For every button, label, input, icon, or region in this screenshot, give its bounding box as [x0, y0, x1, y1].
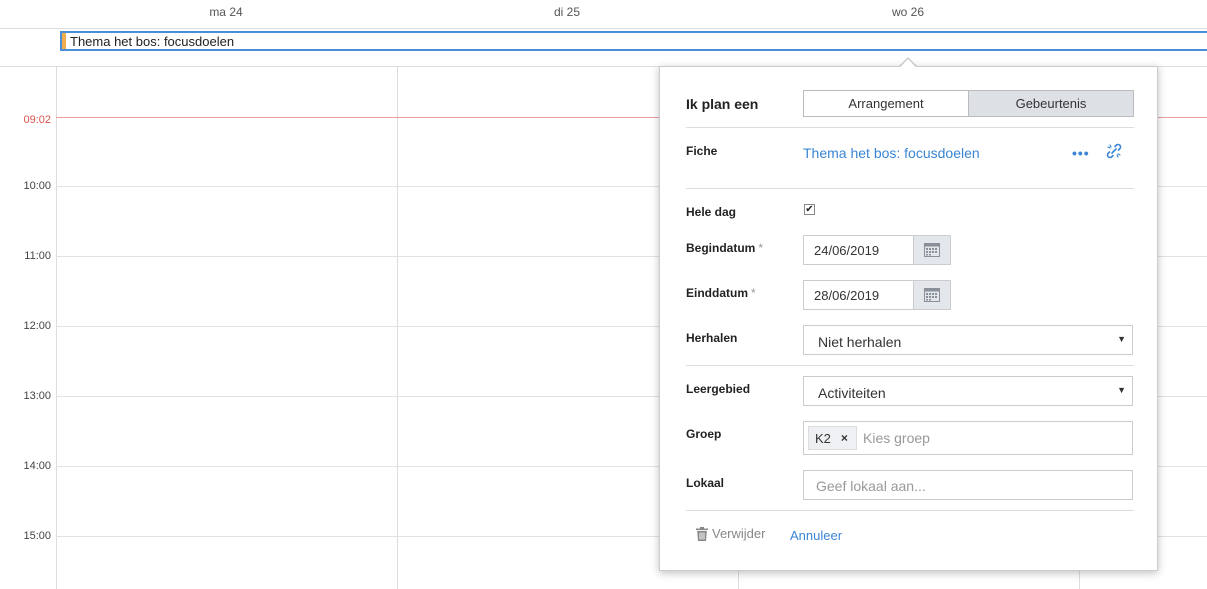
time-label: 13:00 — [23, 390, 51, 402]
calendar-header: ma 24 di 25 wo 26 — [0, 0, 1207, 29]
einddatum-label-text: Einddatum — [686, 286, 748, 300]
leergebied-select[interactable]: Activiteiten ▼ — [803, 376, 1133, 406]
required-marker: * — [758, 241, 764, 255]
day-header-ma-24[interactable]: ma 24 — [166, 5, 286, 19]
time-label: 12:00 — [23, 320, 51, 332]
segment-gebeurtenis[interactable]: Gebeurtenis — [968, 91, 1133, 116]
groep-chip: K2 × — [808, 426, 857, 450]
popover-title: Ik plan een — [686, 96, 759, 112]
popover-arrow-fill — [899, 59, 917, 68]
divider — [686, 127, 1134, 128]
groep-label: Groep — [686, 427, 722, 441]
begindatum-field[interactable]: 24/06/2019 — [803, 235, 951, 265]
time-label: 11:00 — [24, 250, 51, 262]
einddatum-value: 28/06/2019 — [814, 288, 880, 303]
einddatum-label: Einddatum * — [686, 286, 756, 300]
time-label: 14:00 — [23, 460, 51, 472]
time-label: 10:00 — [23, 180, 51, 192]
groep-tag-input[interactable]: K2 × Kies groep — [803, 421, 1133, 455]
current-time-label: 09:02 — [23, 114, 51, 126]
day-column-divider — [56, 66, 57, 589]
lokaal-label: Lokaal — [686, 476, 725, 490]
divider — [686, 188, 1134, 189]
divider — [686, 365, 1134, 366]
unlink-icon[interactable] — [1106, 143, 1122, 159]
type-segmented-control: Arrangement Gebeurtenis — [803, 90, 1134, 117]
allday-event[interactable]: Thema het bos: focusdoelen — [60, 31, 1207, 51]
leergebied-value: Activiteiten — [818, 385, 886, 401]
time-label: 15:00 — [23, 530, 51, 542]
begindatum-calendar-button[interactable] — [913, 236, 950, 264]
allday-event-label: Thema het bos: focusdoelen — [70, 34, 235, 49]
day-column-divider — [397, 66, 398, 589]
groep-placeholder: Kies groep — [863, 430, 930, 446]
calendar-icon — [924, 243, 940, 257]
herhalen-value: Niet herhalen — [818, 334, 902, 350]
remove-chip-icon[interactable]: × — [841, 431, 848, 445]
einddatum-field[interactable]: 28/06/2019 — [803, 280, 951, 310]
hele-dag-label: Hele dag — [686, 205, 737, 219]
divider — [686, 510, 1134, 511]
delete-button[interactable]: Verwijder — [696, 526, 765, 541]
more-options-icon[interactable]: ••• — [1072, 145, 1090, 161]
hele-dag-checkbox[interactable]: ✔ — [804, 204, 815, 215]
groep-chip-label: K2 — [815, 430, 831, 446]
begindatum-value: 24/06/2019 — [814, 243, 880, 258]
begindatum-label: Begindatum * — [686, 241, 763, 255]
segment-arrangement[interactable]: Arrangement — [804, 91, 968, 116]
calendar-icon — [924, 288, 940, 302]
day-header-wo-26[interactable]: wo 26 — [848, 5, 968, 19]
chevron-down-icon: ▼ — [1117, 385, 1126, 395]
herhalen-select[interactable]: Niet herhalen ▼ — [803, 325, 1133, 355]
fiche-label: Fiche — [686, 144, 718, 158]
leergebied-label: Leergebied — [686, 382, 751, 396]
fiche-link[interactable]: Thema het bos: focusdoelen — [803, 145, 980, 161]
delete-label: Verwijder — [712, 526, 766, 541]
required-marker: * — [751, 286, 756, 300]
trash-icon — [696, 526, 708, 541]
einddatum-calendar-button[interactable] — [913, 281, 950, 309]
allday-row: Thema het bos: focusdoelen — [0, 28, 1207, 67]
lokaal-input[interactable] — [814, 477, 1128, 495]
herhalen-label: Herhalen — [686, 331, 738, 345]
day-header-di-25[interactable]: di 25 — [507, 5, 627, 19]
chevron-down-icon: ▼ — [1117, 334, 1126, 344]
event-popover: Ik plan een Arrangement Gebeurtenis Fich… — [659, 66, 1158, 571]
cancel-button[interactable]: Annuleer — [790, 528, 842, 543]
begindatum-label-text: Begindatum — [686, 241, 756, 255]
lokaal-field — [803, 470, 1133, 500]
event-accent-bar — [62, 33, 66, 49]
